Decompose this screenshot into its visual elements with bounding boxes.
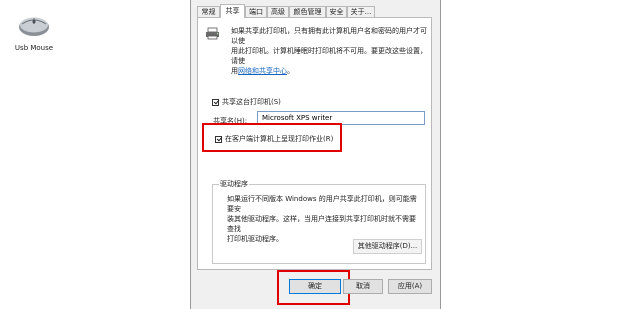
highlight-box-render-option — [202, 123, 342, 152]
tab-general[interactable]: 常规 — [197, 6, 220, 17]
usb-mouse-icon — [19, 17, 49, 36]
drivers-group-title: 驱动程序 — [219, 179, 249, 189]
desktop-icon-label: Usb Mouse — [14, 44, 54, 52]
drivers-group: 驱动程序 如果运行不同版本 Windows 的用户共享此打印机，则可能需要安 装… — [212, 179, 426, 264]
sharing-description: 如果共享此打印机，只有拥有此计算机用户名和密码的用户才可以使 用此打印机。计算机… — [231, 26, 427, 76]
description-line-1: 如果共享此打印机，只有拥有此计算机用户名和密码的用户才可以使 — [231, 27, 427, 45]
tab-ports[interactable]: 端口 — [245, 6, 267, 17]
highlight-box-ok-button — [277, 270, 350, 305]
desktop-icon-usb-mouse[interactable]: Usb Mouse — [6, 14, 62, 52]
share-printer-checkbox-row[interactable]: 共享这台打印机(S) — [212, 97, 281, 107]
tab-security[interactable]: 安全 — [326, 6, 347, 17]
drivers-description: 如果运行不同版本 Windows 的用户共享此打印机，则可能需要安 装其他驱动程… — [227, 194, 422, 244]
tab-strip: 常规 共享 端口 高级 颜色管理 安全 关于... — [191, 4, 440, 18]
network-sharing-center-link[interactable]: 网络和共享中心 — [238, 67, 287, 75]
sharing-tab-page: 如果共享此打印机，只有拥有此计算机用户名和密码的用户才可以使 用此打印机。计算机… — [197, 17, 432, 270]
tab-about[interactable]: 关于... — [347, 6, 375, 17]
description-prefix: 用 — [231, 67, 238, 75]
tab-advanced[interactable]: 高级 — [267, 6, 289, 17]
share-printer-label: 共享这台打印机(S) — [222, 98, 281, 106]
printer-share-icon — [206, 27, 219, 40]
apply-button[interactable]: 应用(A) — [388, 279, 432, 294]
checkbox-checked-icon — [213, 98, 219, 105]
share-printer-checkbox[interactable] — [212, 98, 219, 106]
drivers-text-line-2: 装其他驱动程序。这样，当用户连接到共享打印机时就不需要查找 — [227, 215, 416, 233]
tab-color-management[interactable]: 颜色管理 — [289, 6, 326, 17]
cancel-button[interactable]: 取消 — [343, 279, 383, 294]
description-line-2: 用此打印机。计算机睡眠时打印机将不可用。要更改这些设置，请使 — [231, 47, 427, 65]
drivers-text-line-1: 如果运行不同版本 Windows 的用户共享此打印机，则可能需要安 — [227, 195, 417, 213]
printer-properties-dialog: 常规 共享 端口 高级 颜色管理 安全 关于... 如果共享此打印机，只有拥有此… — [190, 0, 441, 309]
description-suffix: 。 — [287, 67, 294, 75]
other-drivers-button[interactable]: 其他驱动程序(D)... — [353, 239, 422, 254]
tab-sharing[interactable]: 共享 — [220, 4, 245, 18]
